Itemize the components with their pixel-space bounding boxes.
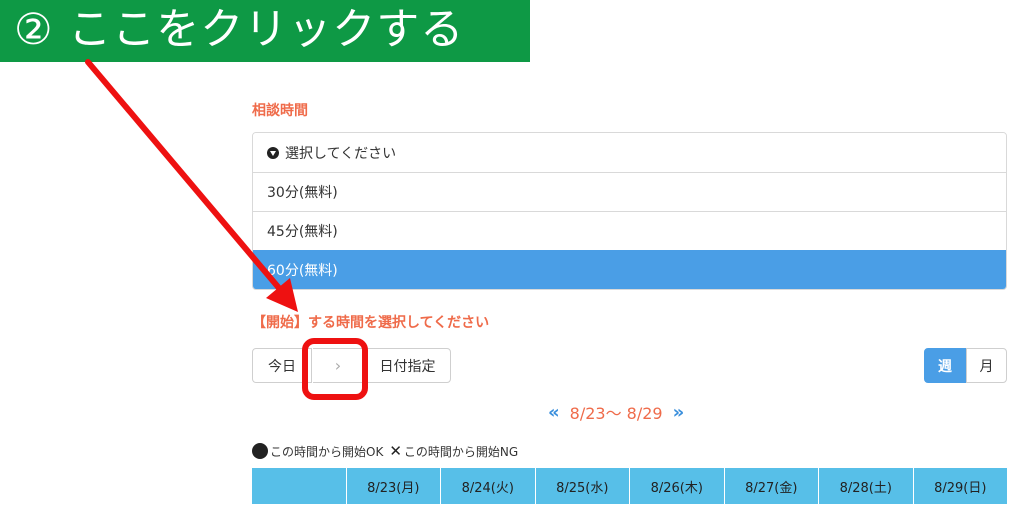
day-header-cell: 8/29(日) bbox=[912, 468, 1008, 504]
circle-icon bbox=[252, 443, 268, 459]
day-header-cell: 8/26(木) bbox=[629, 468, 724, 504]
week-range-text: 8/23〜 8/29 bbox=[569, 404, 663, 423]
availability-legend: この時間から開始OK ✕ この時間から開始NG bbox=[252, 442, 518, 460]
header-corner-cell bbox=[252, 468, 346, 504]
x-icon: ✕ bbox=[389, 442, 402, 460]
day-header-cell: 8/27(金) bbox=[723, 468, 819, 504]
pointer-arrow-icon bbox=[85, 59, 298, 312]
legend-ok-text: この時間から開始OK bbox=[270, 444, 384, 459]
week-range-nav: « 8/23〜 8/29 » bbox=[548, 400, 718, 424]
day-header-cell: 8/24(火) bbox=[440, 468, 535, 504]
calendar-header-row: 8/23(月) 8/24(火) 8/25(水) 8/26(木) 8/27(金) … bbox=[252, 468, 1007, 504]
day-header-cell: 8/23(月) bbox=[345, 468, 441, 504]
day-header-cell: 8/25(水) bbox=[534, 468, 630, 504]
next-week-icon[interactable]: » bbox=[673, 402, 685, 423]
legend-ng-text: この時間から開始NG bbox=[403, 444, 519, 459]
day-header-cell: 8/28(土) bbox=[818, 468, 913, 504]
prev-week-icon[interactable]: « bbox=[548, 402, 560, 423]
